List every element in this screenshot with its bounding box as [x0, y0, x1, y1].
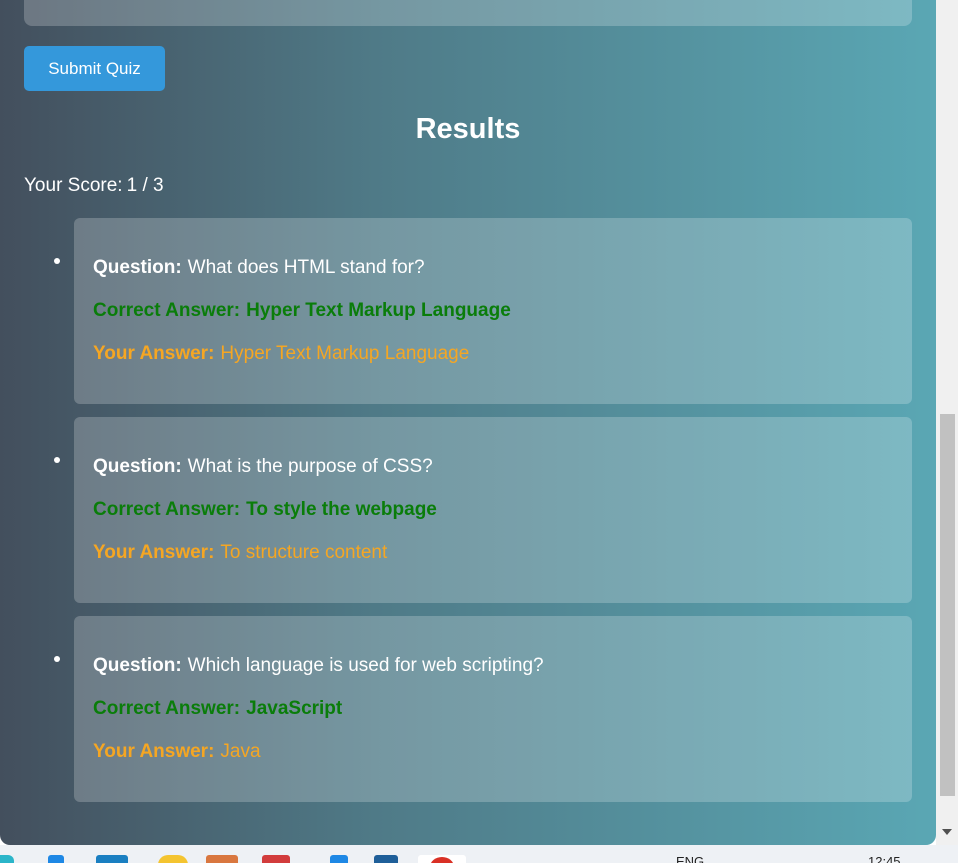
list-bullet: [54, 656, 60, 662]
list-bullet: [54, 258, 60, 264]
your-answer-text: To structure content: [220, 542, 388, 563]
result-item: Question: What is the purpose of CSS? Cor…: [54, 417, 912, 603]
app-icon[interactable]: [330, 855, 348, 863]
weather-icon[interactable]: [158, 855, 188, 863]
question-line: Question: What is the purpose of CSS?: [93, 456, 433, 478]
page-viewport: Submit Quiz Results Your Score: 1 / 3 Que…: [0, 0, 936, 845]
scrollbar-thumb[interactable]: [940, 414, 955, 796]
taskview-icon[interactable]: [48, 855, 64, 863]
correct-answer-text: To style the webpage: [246, 499, 437, 520]
score-label: Your Score:: [24, 175, 123, 196]
question-text: Which language is used for web scripting…: [187, 655, 544, 676]
previous-question-panel: [24, 0, 912, 26]
mail-icon[interactable]: [206, 855, 238, 863]
correct-answer-text: Hyper Text Markup Language: [246, 300, 511, 321]
language-indicator[interactable]: ENG: [676, 854, 704, 863]
your-answer-label: Your Answer:: [93, 741, 215, 762]
question-line: Question: Which language is used for web …: [93, 655, 544, 677]
your-answer-label: Your Answer:: [93, 542, 215, 563]
your-answer-line: Your Answer: To structure content: [93, 542, 387, 564]
correct-answer-line: Correct Answer: To style the webpage: [93, 499, 437, 521]
submit-quiz-button[interactable]: Submit Quiz: [24, 46, 165, 91]
apps-icon[interactable]: [374, 855, 398, 863]
correct-answer-label: Correct Answer:: [93, 300, 241, 321]
result-item: Question: Which language is used for web …: [54, 616, 912, 802]
edge-icon[interactable]: [262, 855, 290, 863]
correct-answer-label: Correct Answer:: [93, 698, 241, 719]
vertical-scrollbar[interactable]: [936, 0, 958, 845]
correct-answer-line: Correct Answer: JavaScript: [93, 698, 342, 720]
chrome-tab-icon[interactable]: [418, 855, 466, 863]
scroll-down-arrow-icon[interactable]: [942, 829, 952, 835]
score-line: Your Score: 1 / 3: [24, 175, 164, 197]
files-icon[interactable]: [96, 855, 128, 863]
result-item: Question: What does HTML stand for? Corre…: [54, 218, 912, 404]
your-answer-text: Hyper Text Markup Language: [220, 343, 470, 364]
clock[interactable]: 12:45: [868, 854, 901, 863]
correct-answer-line: Correct Answer: Hyper Text Markup Languag…: [93, 300, 511, 322]
question-label: Question:: [93, 257, 182, 278]
question-line: Question: What does HTML stand for?: [93, 257, 425, 279]
question-label: Question:: [93, 456, 182, 477]
correct-answer-label: Correct Answer:: [93, 499, 241, 520]
chrome-icon: [430, 857, 454, 863]
taskbar: ENG 12:45: [0, 845, 958, 863]
your-answer-line: Your Answer: Hyper Text Markup Language: [93, 343, 469, 365]
your-answer-text: Java: [220, 741, 261, 762]
results-title: Results: [415, 113, 521, 145]
correct-answer-text: JavaScript: [246, 698, 343, 719]
list-bullet: [54, 457, 60, 463]
your-answer-label: Your Answer:: [93, 343, 215, 364]
question-text: What is the purpose of CSS?: [187, 456, 433, 477]
question-text: What does HTML stand for?: [187, 257, 425, 278]
question-label: Question:: [93, 655, 182, 676]
widgets-icon[interactable]: [0, 855, 14, 863]
score-value: 1 / 3: [126, 175, 164, 196]
your-answer-line: Your Answer: Java: [93, 741, 261, 763]
